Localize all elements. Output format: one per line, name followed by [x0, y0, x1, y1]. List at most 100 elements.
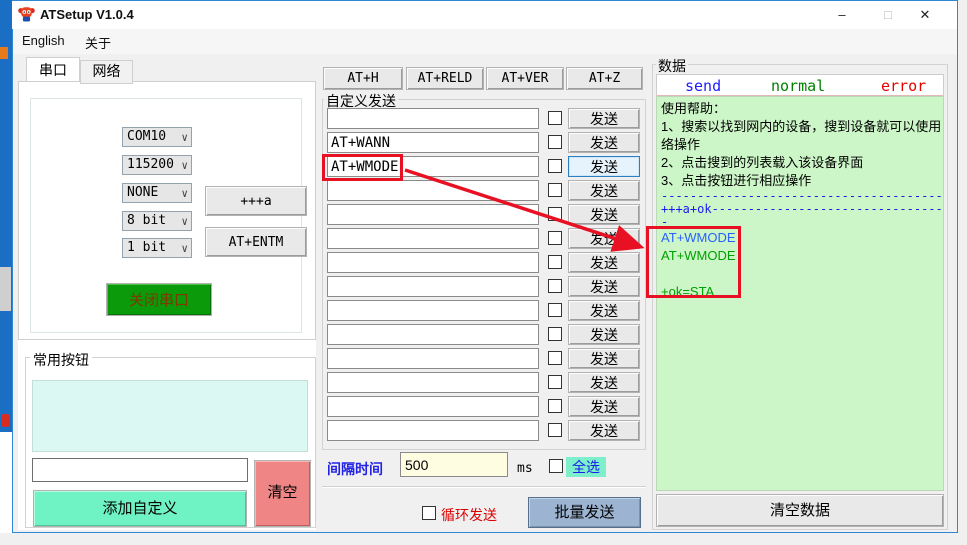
interval-input[interactable] — [400, 452, 508, 477]
row-checkbox[interactable] — [548, 207, 562, 221]
row-checkbox[interactable] — [548, 327, 562, 341]
custom-command-input[interactable] — [327, 300, 539, 321]
interval-label: 间隔时间 — [327, 459, 383, 479]
menubar — [13, 29, 957, 54]
log-line: 2、点击搜到的列表载入该设备界面 — [661, 154, 941, 172]
custom-command-input[interactable] — [327, 420, 539, 441]
at-z-button[interactable]: AT+Z — [566, 67, 643, 90]
custom-command-input[interactable] — [327, 180, 539, 201]
custom-command-input[interactable] — [327, 228, 539, 249]
log-line: 3、点击按钮进行相应操作 — [661, 172, 941, 190]
select-all-checkbox[interactable] — [549, 459, 563, 473]
data-bits-select[interactable]: 8 bit ∨ — [122, 211, 192, 231]
log-line: 络操作 — [661, 136, 941, 154]
data-log[interactable]: 使用帮助：1、搜索以找到网内的设备，搜到设备就可以使用网络操作2、点击搜到的列表… — [656, 96, 944, 491]
send-button[interactable]: 发送 — [568, 348, 640, 369]
common-buttons-list[interactable] — [32, 380, 308, 452]
row-checkbox[interactable] — [548, 183, 562, 197]
maximize-button: □ — [872, 3, 904, 26]
custom-send-row: 发送 — [327, 276, 643, 298]
custom-command-input[interactable] — [327, 276, 539, 297]
log-line: AT+WMODE — [661, 247, 941, 265]
send-button[interactable]: 发送 — [568, 372, 640, 393]
custom-send-row: 发送 — [327, 108, 643, 130]
send-button[interactable]: 发送 — [568, 156, 640, 177]
row-checkbox[interactable] — [548, 111, 562, 125]
row-checkbox[interactable] — [548, 159, 562, 173]
send-button[interactable]: 发送 — [568, 420, 640, 441]
batch-send-button[interactable]: 批量发送 — [528, 497, 641, 528]
stop-bits-value: 1 bit — [127, 240, 166, 255]
custom-send-row: 发送 — [327, 252, 643, 274]
log-line: - — [661, 216, 941, 229]
row-checkbox[interactable] — [548, 303, 562, 317]
chevron-down-icon: ∨ — [181, 240, 188, 258]
row-checkbox[interactable] — [548, 255, 562, 269]
minimize-button[interactable]: – — [826, 3, 858, 26]
send-button[interactable]: 发送 — [568, 252, 640, 273]
tab-network[interactable]: 网络 — [80, 60, 133, 84]
custom-send-row: 发送 — [327, 372, 643, 394]
send-button[interactable]: 发送 — [568, 228, 640, 249]
serial-port-select[interactable]: COM10 ∨ — [122, 127, 192, 147]
custom-send-row: 发送 — [327, 396, 643, 418]
menu-item-about[interactable]: 关于 — [85, 33, 111, 52]
parity-value: NONE — [127, 185, 158, 200]
custom-send-row: 发送 — [327, 180, 643, 202]
send-button[interactable]: 发送 — [568, 132, 640, 153]
tab-serial[interactable]: 串口 — [26, 57, 80, 81]
send-button[interactable]: 发送 — [568, 324, 640, 345]
common-command-input[interactable] — [32, 458, 248, 482]
log-line: 使用帮助： — [661, 100, 941, 118]
send-button[interactable]: 发送 — [568, 180, 640, 201]
send-button[interactable]: 发送 — [568, 300, 640, 321]
custom-command-input[interactable] — [327, 108, 539, 129]
custom-command-input[interactable] — [327, 156, 539, 177]
data-group-title: 数据 — [656, 56, 688, 76]
row-checkbox[interactable] — [548, 351, 562, 365]
custom-command-input[interactable] — [327, 324, 539, 345]
custom-command-input[interactable] — [327, 204, 539, 225]
custom-send-row: 发送 — [327, 204, 643, 226]
chevron-down-icon: ∨ — [181, 185, 188, 203]
custom-command-input[interactable] — [327, 348, 539, 369]
close-serial-button[interactable]: 关闭串口 — [106, 283, 212, 316]
plus-a-button[interactable]: +++a — [205, 186, 307, 216]
add-custom-button[interactable]: 添加自定义 — [33, 490, 247, 527]
legend-send: send — [685, 77, 721, 95]
baud-rate-select[interactable]: 115200 ∨ — [122, 155, 192, 175]
send-button[interactable]: 发送 — [568, 204, 640, 225]
row-checkbox[interactable] — [548, 375, 562, 389]
menu-item-english[interactable]: English — [22, 33, 65, 48]
at-ver-button[interactable]: AT+VER — [486, 67, 564, 90]
log-line: 1、搜索以找到网内的设备，搜到设备就可以使用网 — [661, 118, 941, 136]
custom-command-input[interactable] — [327, 132, 539, 153]
at-h-button[interactable]: AT+H — [323, 67, 403, 90]
row-checkbox[interactable] — [548, 399, 562, 413]
custom-command-input[interactable] — [327, 252, 539, 273]
custom-command-input[interactable] — [327, 372, 539, 393]
send-button[interactable]: 发送 — [568, 396, 640, 417]
at-reld-button[interactable]: AT+RELD — [406, 67, 484, 90]
row-checkbox[interactable] — [548, 231, 562, 245]
app-logo-icon — [18, 6, 35, 23]
row-checkbox[interactable] — [548, 135, 562, 149]
row-checkbox[interactable] — [548, 423, 562, 437]
at-entm-button[interactable]: AT+ENTM — [205, 227, 307, 257]
log-line: ---------------------------------------- — [661, 190, 941, 203]
parity-select[interactable]: NONE ∨ — [122, 183, 192, 203]
send-button[interactable]: 发送 — [568, 108, 640, 129]
clear-common-button[interactable]: 清空 — [254, 460, 311, 527]
custom-send-row: 发送 — [327, 348, 643, 370]
custom-command-input[interactable] — [327, 396, 539, 417]
common-buttons-title: 常用按钮 — [30, 350, 92, 370]
send-button[interactable]: 发送 — [568, 276, 640, 297]
log-line — [661, 265, 941, 283]
clear-data-button[interactable]: 清空数据 — [656, 494, 944, 527]
stop-bits-select[interactable]: 1 bit ∨ — [122, 238, 192, 258]
titlebar — [12, 1, 957, 29]
close-button[interactable]: ✕ — [909, 3, 941, 26]
loop-send-checkbox[interactable] — [422, 506, 436, 520]
row-checkbox[interactable] — [548, 279, 562, 293]
background-orange-fragment — [0, 47, 8, 59]
